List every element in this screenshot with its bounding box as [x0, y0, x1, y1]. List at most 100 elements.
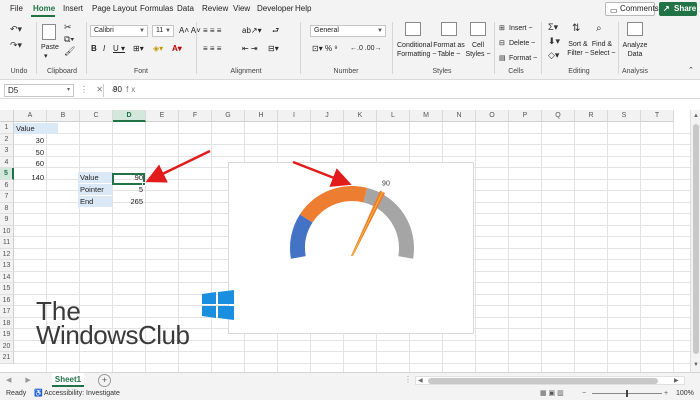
analyze-data-button[interactable]: Analyze Data — [620, 41, 650, 59]
scroll-right-icon[interactable]: ▶ — [674, 377, 679, 384]
horizontal-scrollbar[interactable]: ◀ ▶ — [415, 376, 685, 385]
cell-A3[interactable]: 50 — [14, 147, 46, 158]
row-header-2[interactable]: 2 — [0, 133, 14, 145]
row-header-5[interactable]: 5 — [0, 168, 14, 180]
formula-actions-icon[interactable]: ⋮ ✕ ✓ fx — [80, 85, 138, 94]
font-size-dropdown[interactable]: 11 ▼ — [152, 25, 174, 37]
bold-icon[interactable]: B — [91, 44, 97, 53]
comments-button[interactable]: ▭ Comments — [605, 2, 659, 16]
tab-formulas[interactable]: Formulas — [140, 4, 173, 13]
column-header-h[interactable]: H — [245, 110, 278, 122]
wrap-text-icon[interactable]: ⮐ — [272, 26, 279, 35]
column-header-n[interactable]: N — [443, 110, 476, 122]
cell-A2[interactable]: 30 — [14, 135, 46, 146]
name-box[interactable]: D5 ▾ — [4, 84, 74, 97]
top-align-icon[interactable]: ≡ ≡ ≡ — [203, 26, 221, 35]
column-header-i[interactable]: I — [278, 110, 311, 122]
find-select-button[interactable]: Find & Select ~ — [590, 40, 616, 58]
column-header-k[interactable]: K — [344, 110, 377, 122]
tab-view[interactable]: View — [233, 4, 250, 13]
tab-home[interactable]: Home — [33, 4, 55, 13]
column-header-m[interactable]: M — [410, 110, 443, 122]
add-sheet-icon[interactable]: + — [98, 374, 111, 387]
share-button[interactable]: ↗ Share — [659, 2, 697, 16]
accessibility-status[interactable]: Accessibility: Investigate — [44, 387, 120, 400]
cell-D6[interactable]: 5 — [112, 184, 145, 195]
fill-color-icon[interactable]: ◈▾ — [153, 44, 163, 53]
format-cells-button[interactable]: Format ~ — [509, 54, 537, 63]
cell-C7[interactable]: End — [78, 196, 112, 207]
tab-split-icon[interactable]: ⋮ — [404, 375, 412, 384]
redo-icon[interactable]: ↷▾ — [10, 40, 22, 50]
font-name-dropdown[interactable]: Calibri ▼ — [90, 25, 148, 37]
paste-dropdown-icon[interactable]: ▾ — [44, 52, 48, 61]
tab-insert[interactable]: Insert — [63, 4, 83, 13]
sheet-navigation-icon[interactable]: ◀ ▶ — [6, 376, 37, 384]
column-header-a[interactable]: A — [14, 110, 47, 122]
zoom-level[interactable]: 100% — [676, 387, 694, 400]
column-header-j[interactable]: J — [311, 110, 344, 122]
cell-C6[interactable]: Pointer — [78, 184, 112, 195]
row-header-19[interactable]: 19 — [0, 329, 14, 341]
insert-cells-icon[interactable]: ⊞ — [499, 24, 505, 33]
cell-A5[interactable]: 140 — [14, 172, 46, 183]
undo-icon[interactable]: ↶▾ — [10, 24, 22, 34]
paste-button[interactable]: Paste — [41, 43, 59, 52]
scroll-left-icon[interactable]: ◀ — [418, 377, 423, 384]
font-color-icon[interactable]: A▾ — [172, 44, 182, 53]
row-header-20[interactable]: 20 — [0, 340, 14, 352]
decimal-icons[interactable]: ←.0 .00→ — [350, 44, 382, 53]
format-cells-icon[interactable]: ▤ — [499, 54, 506, 63]
row-header-6[interactable]: 6 — [0, 179, 14, 191]
column-header-e[interactable]: E — [146, 110, 179, 122]
fill-icon[interactable]: ⬇▾ — [548, 36, 560, 46]
tab-file[interactable]: File — [10, 4, 23, 13]
active-cell-selection[interactable] — [112, 173, 146, 186]
scroll-up-icon[interactable]: ▲ — [693, 113, 699, 119]
accessibility-icon[interactable]: ♿ — [34, 387, 43, 400]
column-header-b[interactable]: B — [47, 110, 80, 122]
gauge-segment-orange[interactable] — [299, 186, 368, 223]
tab-page-layout[interactable]: Page Layout — [92, 4, 137, 13]
column-header-l[interactable]: L — [377, 110, 410, 122]
column-header-r[interactable]: R — [575, 110, 608, 122]
cell-C5[interactable]: Value — [78, 172, 112, 183]
column-header-f[interactable]: F — [179, 110, 212, 122]
insert-cells-button[interactable]: Insert ~ — [509, 24, 533, 33]
row-header-7[interactable]: 7 — [0, 191, 14, 203]
gauge-chart[interactable]: 90 — [228, 162, 474, 334]
row-header-16[interactable]: 16 — [0, 294, 14, 306]
row-header-13[interactable]: 13 — [0, 260, 14, 272]
font-grow-shrink-icon[interactable]: A˄ A˅ — [179, 26, 201, 35]
column-header-g[interactable]: G — [212, 110, 245, 122]
horizontal-scroll-thumb[interactable] — [428, 378, 658, 384]
number-format-dropdown[interactable]: General ▼ — [310, 25, 386, 37]
formula-input[interactable]: 90 — [113, 85, 122, 94]
tab-data[interactable]: Data — [177, 4, 194, 13]
merge-center-icon[interactable]: ⊟▾ — [268, 44, 279, 53]
view-buttons-icon[interactable]: ▦ ▣ ▥ — [540, 387, 564, 400]
row-header-9[interactable]: 9 — [0, 214, 14, 226]
left-align-icon[interactable]: ≡ ≡ ≡ — [203, 44, 221, 53]
row-header-12[interactable]: 12 — [0, 248, 14, 260]
tab-developer[interactable]: Developer — [257, 4, 293, 13]
indent-icon[interactable]: ⇤ ⇥ — [242, 44, 258, 53]
fill-handle[interactable] — [142, 182, 146, 186]
delete-cells-button[interactable]: Delete ~ — [509, 39, 535, 48]
row-header-10[interactable]: 10 — [0, 225, 14, 237]
column-header-s[interactable]: S — [608, 110, 641, 122]
row-header-4[interactable]: 4 — [0, 156, 14, 168]
row-header-11[interactable]: 11 — [0, 237, 14, 249]
clear-icon[interactable]: ◇▾ — [548, 50, 559, 60]
cell-A1[interactable]: Value — [14, 123, 58, 134]
copy-icon[interactable]: ⧉▾ — [64, 34, 74, 44]
conditional-formatting-button[interactable]: Conditional Formatting ~ — [397, 41, 437, 59]
column-header-q[interactable]: Q — [542, 110, 575, 122]
column-header-t[interactable]: T — [641, 110, 674, 122]
collapse-ribbon-icon[interactable]: ⌃ — [688, 66, 694, 76]
column-header-o[interactable]: O — [476, 110, 509, 122]
select-all-button[interactable] — [0, 110, 14, 122]
column-header-p[interactable]: P — [509, 110, 542, 122]
orientation-icon[interactable]: ab↗▾ — [242, 26, 262, 35]
vertical-scrollbar[interactable]: ▲ ▼ — [690, 110, 700, 375]
